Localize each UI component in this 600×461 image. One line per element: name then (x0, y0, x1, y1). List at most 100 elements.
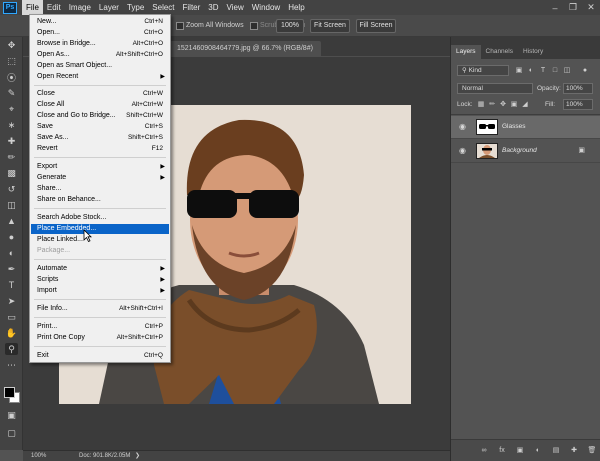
lock-position-icon[interactable]: ✥ (499, 100, 507, 109)
menu-item-close-and-go-to-bridge[interactable]: Close and Go to Bridge... Shift+Ctrl+W (31, 111, 169, 121)
menu-item-save-as[interactable]: Save As... Shift+Ctrl+S (31, 133, 169, 143)
layer-filter-kind-select[interactable]: ⚲ Kind (457, 65, 509, 76)
marquee-tool-icon[interactable]: ⬚ (5, 55, 18, 67)
menu-item-automate[interactable]: Automate ▶ (31, 264, 169, 274)
healing-brush-tool-icon[interactable]: ✚ (5, 135, 18, 147)
visibility-eye-icon[interactable]: ◉ (459, 146, 466, 155)
foreground-color-swatch[interactable] (4, 387, 15, 398)
menu-item-search-adobe-stock[interactable]: Search Adobe Stock... (31, 213, 169, 223)
layer-style-icon[interactable]: fx (497, 446, 507, 456)
status-zoom[interactable]: 100% (31, 451, 46, 461)
lock-transparent-icon[interactable]: ▦ (477, 100, 485, 109)
blend-mode-select[interactable]: Normal (457, 83, 533, 94)
layer-row-background[interactable]: ◉ Background ▣ (451, 140, 600, 163)
filter-pixel-icon[interactable]: ▣ (515, 66, 523, 75)
minimize-icon[interactable]: – (546, 0, 564, 15)
clone-stamp-tool-icon[interactable]: ▩ (5, 167, 18, 179)
menu-type[interactable]: Type (123, 0, 148, 15)
menu-item-save[interactable]: Save Ctrl+S (31, 122, 169, 132)
menu-item-close[interactable]: Close Ctrl+W (31, 89, 169, 99)
menu-item-open[interactable]: Open... Ctrl+O (31, 28, 169, 38)
lasso-tool-icon[interactable]: ⦿ (5, 71, 18, 83)
layer-row-glasses[interactable]: ◉ Glasses (451, 116, 600, 139)
menu-item-new[interactable]: New... Ctrl+N (31, 17, 169, 27)
opacity-field[interactable]: 100% (563, 83, 593, 94)
menu-item-revert[interactable]: Revert F12 (31, 144, 169, 154)
add-mask-icon[interactable]: ▣ (515, 446, 525, 456)
eyedropper-tool-icon[interactable]: ∗ (5, 119, 18, 131)
zoom-tool-icon[interactable]: ⚲ (5, 343, 18, 355)
path-selection-tool-icon[interactable]: ➤ (5, 295, 18, 307)
pen-tool-icon[interactable]: ✒ (5, 263, 18, 275)
lock-artboard-icon[interactable]: ▣ (510, 100, 518, 109)
menu-help[interactable]: Help (284, 0, 308, 15)
menu-item-open-as[interactable]: Open As... Alt+Shift+Ctrl+O (31, 50, 169, 60)
lock-all-icon[interactable]: ◢ (521, 100, 529, 109)
menu-item-file-info[interactable]: File Info... Alt+Shift+Ctrl+I (31, 304, 169, 314)
menu-image[interactable]: Image (65, 0, 95, 15)
tab-layers[interactable]: Layers (451, 45, 481, 59)
filter-toggle-icon[interactable]: ● (581, 66, 589, 75)
rectangle-tool-icon[interactable]: ▭ (5, 311, 18, 323)
type-tool-icon[interactable]: T (5, 279, 18, 291)
move-tool-icon[interactable]: ✥ (5, 39, 18, 51)
document-tab[interactable]: 1521460908464779.jpg @ 66.7% (RGB/8#) (169, 41, 321, 56)
hand-tool-icon[interactable]: ✋ (5, 327, 18, 339)
menu-item-exit[interactable]: Exit Ctrl+Q (31, 351, 169, 361)
tab-channels[interactable]: Channels (481, 45, 518, 59)
quick-mask-icon[interactable]: ▣ (5, 409, 18, 421)
paint-bucket-tool-icon[interactable]: ▲ (5, 215, 18, 227)
history-brush-tool-icon[interactable]: ↺ (5, 183, 18, 195)
menu-window[interactable]: Window (248, 0, 284, 15)
menu-item-share[interactable]: Share... (31, 184, 169, 194)
restore-icon[interactable]: ❐ (564, 0, 582, 15)
menu-item-share-on-behance[interactable]: Share on Behance... (31, 195, 169, 205)
filter-type-icon[interactable]: T (539, 66, 547, 75)
menu-filter[interactable]: Filter (179, 0, 205, 15)
blur-tool-icon[interactable]: ● (5, 231, 18, 243)
filter-shape-icon[interactable]: □ (551, 66, 559, 75)
menu-view[interactable]: View (223, 0, 248, 15)
menu-item-import[interactable]: Import ▶ (31, 286, 169, 296)
status-arrow-icon[interactable]: ❯ (135, 451, 140, 461)
fit-screen-button[interactable]: Fit Screen (310, 19, 350, 33)
menu-item-print-one-copy[interactable]: Print One Copy Alt+Shift+Ctrl+P (31, 333, 169, 343)
menu-item-browse-in-bridge[interactable]: Browse in Bridge... Alt+Ctrl+O (31, 39, 169, 49)
zoom-100-button[interactable]: 100% (276, 19, 304, 33)
fill-field[interactable]: 100% (563, 99, 593, 110)
menu-item-place-linked[interactable]: Place Linked... (31, 235, 169, 245)
edit-toolbar-icon[interactable]: ⋯ (5, 359, 18, 371)
menu-item-place-embedded[interactable]: Place Embedded... (31, 224, 169, 234)
menu-file[interactable]: File (22, 0, 43, 15)
filter-smart-object-icon[interactable]: ◫ (563, 66, 571, 75)
screen-mode-icon[interactable]: ▢ (5, 427, 18, 439)
eraser-tool-icon[interactable]: ◫ (5, 199, 18, 211)
menu-item-close-all[interactable]: Close All Alt+Ctrl+W (31, 100, 169, 110)
adjustment-layer-icon[interactable]: ◐ (533, 446, 543, 456)
menu-item-open-as-smart-object[interactable]: Open as Smart Object... (31, 61, 169, 71)
lock-image-icon[interactable]: ✏ (488, 100, 496, 109)
menu-item-generate[interactable]: Generate ▶ (31, 173, 169, 183)
menu-layer[interactable]: Layer (95, 0, 123, 15)
layer-name[interactable]: Glasses (502, 123, 525, 130)
brush-tool-icon[interactable]: ✏ (5, 151, 18, 163)
scrubby-zoom-checkbox[interactable] (250, 22, 258, 30)
close-icon[interactable]: ✕ (582, 0, 600, 15)
menu-item-export[interactable]: Export ▶ (31, 162, 169, 172)
dodge-tool-icon[interactable]: ◐ (5, 247, 18, 259)
menu-select[interactable]: Select (148, 0, 178, 15)
crop-tool-icon[interactable]: ⌖ (5, 103, 18, 115)
tab-history[interactable]: History (518, 45, 548, 59)
delete-layer-icon[interactable]: 🗑 (587, 446, 597, 456)
quick-select-tool-icon[interactable]: ✎ (5, 87, 18, 99)
menu-3d[interactable]: 3D (204, 0, 222, 15)
menu-edit[interactable]: Edit (43, 0, 65, 15)
menu-item-scripts[interactable]: Scripts ▶ (31, 275, 169, 285)
new-layer-icon[interactable]: ✚ (569, 446, 579, 456)
filter-adjustment-icon[interactable]: ◐ (527, 66, 535, 75)
zoom-all-windows-checkbox[interactable] (176, 22, 184, 30)
new-group-icon[interactable]: ▤ (551, 446, 561, 456)
menu-item-open-recent[interactable]: Open Recent ▶ (31, 72, 169, 82)
fill-screen-button[interactable]: Fill Screen (356, 19, 396, 33)
layer-name[interactable]: Background (502, 147, 537, 154)
